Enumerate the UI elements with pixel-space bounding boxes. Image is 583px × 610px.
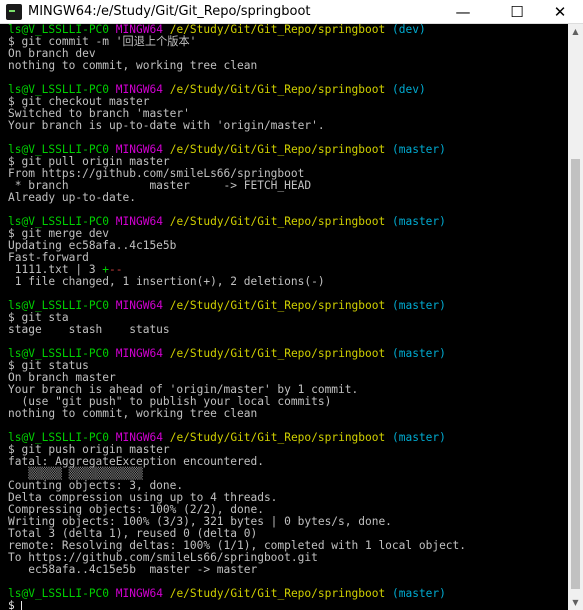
prompt-path: /e/Study/Git/Git_Repo/springboot — [169, 587, 386, 600]
prompt-path: /e/Study/Git/Git_Repo/springboot — [169, 431, 386, 444]
scroll-down-arrow-icon[interactable]: ▼ — [568, 595, 583, 610]
output-line: stage stash status — [8, 324, 466, 336]
output-text: ec58afa..4c15e5b master -> master — [8, 563, 258, 576]
input-line: $ — [8, 600, 466, 610]
prompt-path: /e/Study/Git/Git_Repo/springboot — [169, 143, 386, 156]
prompt-branch: (master) — [392, 587, 446, 600]
input-prompt-symbol: $ — [8, 599, 22, 610]
prompt-branch: (master) — [392, 143, 446, 156]
output-line: ec58afa..4c15e5b master -> master — [8, 564, 466, 576]
prompt-path: /e/Study/Git/Git_Repo/springboot — [169, 347, 386, 360]
output-text: Already up-to-date. — [8, 191, 136, 204]
output-line: Already up-to-date. — [8, 192, 466, 204]
prompt-env: MINGW64 — [115, 299, 163, 312]
prompt-branch: (master) — [392, 299, 446, 312]
maximize-button[interactable]: ☐ — [494, 0, 540, 24]
prompt-line: ls@V_LSSLLI-PC0 MINGW64 /e/Study/Git/Git… — [8, 300, 466, 312]
vertical-scrollbar[interactable]: ▲ ▼ — [568, 24, 583, 610]
prompt-branch: (master) — [392, 215, 446, 228]
prompt-branch: (master) — [392, 431, 446, 444]
title-bar[interactable]: MINGW64:/e/Study/Git/Git_Repo/springboot… — [0, 0, 583, 24]
text-cursor — [21, 600, 23, 610]
terminal-app-icon — [6, 4, 22, 20]
output-line: nothing to commit, working tree clean — [8, 60, 466, 72]
output-line: nothing to commit, working tree clean — [8, 408, 466, 420]
prompt-branch: (dev) — [392, 24, 426, 36]
scroll-up-arrow-icon[interactable]: ▲ — [568, 24, 583, 39]
prompt-branch: (dev) — [392, 83, 426, 96]
prompt-env: MINGW64 — [115, 347, 163, 360]
prompt-path: /e/Study/Git/Git_Repo/springboot — [169, 24, 386, 36]
terminal-lines: ls@V_LSSLLI-PC0 MINGW64 /e/Study/Git/Git… — [8, 24, 466, 610]
scrollbar-thumb[interactable] — [571, 159, 580, 589]
output-line: Your branch is up-to-date with 'origin/m… — [8, 120, 466, 132]
output-text: nothing to commit, working tree clean — [8, 59, 258, 72]
minimize-button[interactable]: — — [440, 0, 486, 24]
output-text: 1 file changed, 1 insertion(+), 2 deleti… — [8, 275, 325, 288]
prompt-env: MINGW64 — [115, 587, 163, 600]
output-text: Your branch is up-to-date with 'origin/m… — [8, 119, 325, 132]
window-title: MINGW64:/e/Study/Git/Git_Repo/springboot — [28, 4, 311, 19]
output-line: 1 file changed, 1 insertion(+), 2 deleti… — [8, 276, 466, 288]
prompt-branch: (master) — [392, 347, 446, 360]
prompt-line: ls@V_LSSLLI-PC0 MINGW64 /e/Study/Git/Git… — [8, 588, 466, 600]
close-button[interactable]: ✕ — [537, 0, 583, 24]
prompt-user-host: ls@V_LSSLLI-PC0 — [8, 587, 110, 600]
prompt-path: /e/Study/Git/Git_Repo/springboot — [169, 299, 386, 312]
output-text: nothing to commit, working tree clean — [8, 407, 258, 420]
prompt-env: MINGW64 — [115, 215, 163, 228]
prompt-path: /e/Study/Git/Git_Repo/springboot — [169, 215, 386, 228]
prompt-path: /e/Study/Git/Git_Repo/springboot — [169, 83, 386, 96]
terminal-output[interactable]: ls@V_LSSLLI-PC0 MINGW64 /e/Study/Git/Git… — [0, 24, 568, 610]
output-text: stage stash status — [8, 323, 170, 336]
